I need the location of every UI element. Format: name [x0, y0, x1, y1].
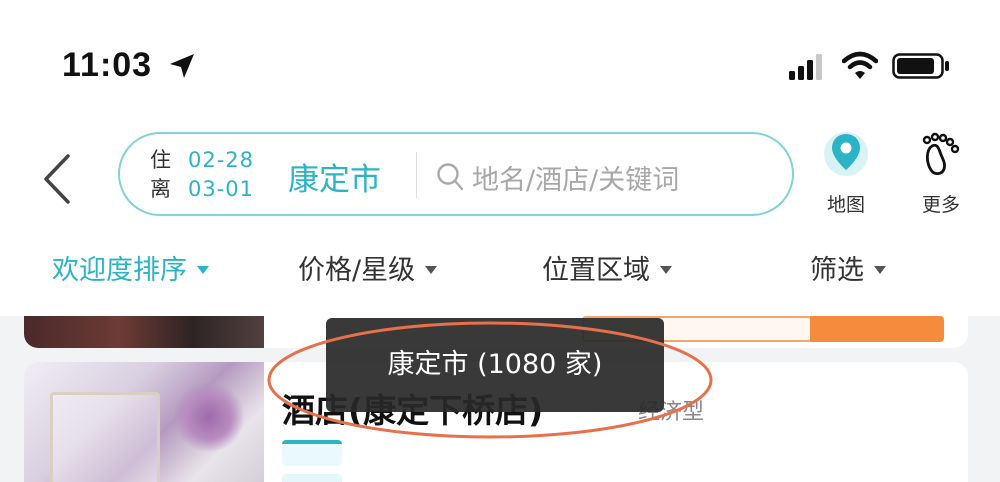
map-button[interactable]: 地图: [814, 124, 878, 218]
filter-more-label: 筛选: [810, 255, 864, 286]
hotel-badge: [282, 440, 342, 466]
more-button[interactable]: 更多: [910, 124, 972, 218]
dropdown-caret-icon: [874, 265, 886, 274]
more-label: 更多: [921, 194, 960, 216]
hotel-badge-secondary: [282, 474, 342, 482]
checkout-label: 离: [150, 177, 171, 201]
date-picker[interactable]: 02-28 03-01: [188, 146, 254, 204]
cellular-signal-icon: [789, 54, 822, 80]
promo-tag-accent: [810, 316, 944, 342]
footprint-icon: [922, 132, 960, 176]
status-time: 11:03: [62, 46, 153, 84]
filter-sort-popularity[interactable]: 欢迎度排序: [52, 248, 209, 287]
location-arrow-icon: [170, 54, 194, 78]
filter-sort-label: 欢迎度排序: [52, 255, 187, 286]
battery-icon: [892, 53, 949, 79]
filter-price-star[interactable]: 价格/星级: [298, 248, 438, 287]
dropdown-caret-icon: [425, 265, 438, 274]
dropdown-caret-icon: [197, 265, 209, 274]
filter-location-area[interactable]: 位置区域: [542, 248, 672, 287]
checkin-date: 02-28: [188, 148, 255, 172]
filter-price-label: 价格/星级: [298, 255, 416, 286]
city-selector[interactable]: 康定市: [288, 154, 381, 199]
filter-bar: 欢迎度排序 价格/星级 位置区域 筛选: [0, 238, 1000, 298]
hotel-photo-frame: [50, 392, 160, 482]
hotel-photo: [24, 362, 264, 482]
search-input[interactable]: 地名/酒店/关键词: [472, 158, 679, 197]
search-icon: [437, 163, 464, 191]
search-bar[interactable]: 住 离 02-28 03-01 康定市 地名/酒店/关键词: [118, 132, 794, 216]
map-pin-icon: [824, 132, 868, 176]
date-labels: 住 离: [150, 146, 171, 204]
checkin-label: 住: [150, 148, 171, 172]
hotel-photo: [24, 316, 264, 348]
hotel-photo-decor: [174, 382, 244, 452]
back-button[interactable]: [38, 152, 78, 206]
filter-location-label: 位置区域: [542, 255, 650, 286]
status-bar: 11:03: [0, 0, 1000, 120]
checkout-date: 03-01: [188, 177, 255, 201]
search-divider: [416, 152, 417, 198]
annotation-highlight: [267, 321, 713, 439]
map-label: 地图: [826, 194, 865, 216]
filter-more[interactable]: 筛选: [810, 248, 886, 287]
dropdown-caret-icon: [660, 265, 672, 274]
wifi-icon: [842, 51, 878, 79]
